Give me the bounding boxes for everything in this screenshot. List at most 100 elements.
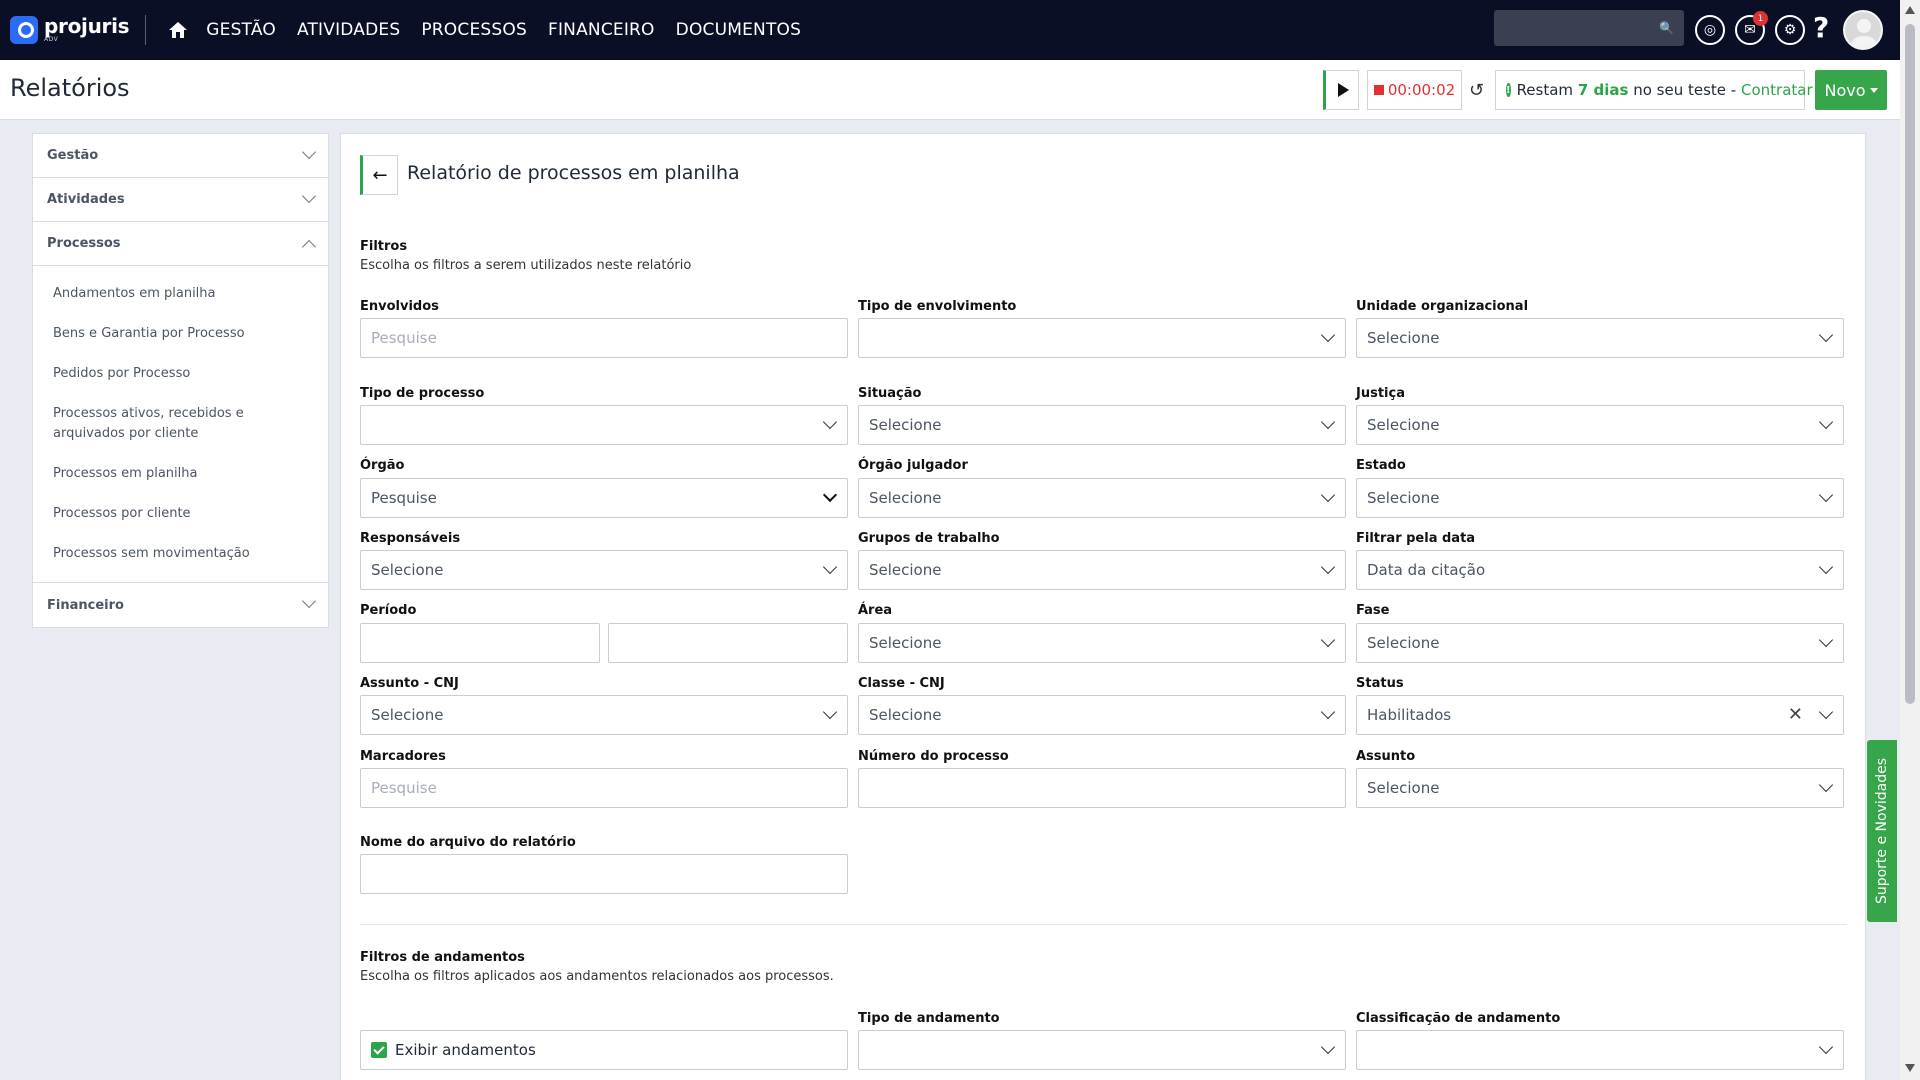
avatar[interactable] xyxy=(1843,10,1883,50)
andamentos-filters-title: Filtros de andamentos xyxy=(360,950,525,965)
info-icon: ! xyxy=(1506,83,1511,97)
sidebar-item-processos-cliente[interactable]: Processos por cliente xyxy=(33,494,328,534)
chevron-down-icon xyxy=(1818,327,1834,343)
chevron-down-icon xyxy=(822,704,838,720)
label-tipo-envolvimento: Tipo de envolvimento xyxy=(858,299,1017,314)
sidebar-section-label: Gestão xyxy=(47,148,99,163)
contratar-link[interactable]: Contratar xyxy=(1741,81,1813,99)
stop-icon xyxy=(1373,85,1384,95)
trial-prefix: Restam xyxy=(1516,81,1574,99)
chevron-down-icon xyxy=(1818,632,1834,648)
gear-icon[interactable]: ⚙ xyxy=(1775,15,1805,45)
page-title: Relatórios xyxy=(10,74,130,102)
report-title: Relatório de processos em planilha xyxy=(407,162,740,184)
fase-select[interactable]: Selecione xyxy=(1356,623,1844,663)
periodo-end-input[interactable] xyxy=(608,623,848,663)
exibir-andamentos-checkbox[interactable]: Exibir andamentos xyxy=(360,1030,848,1070)
clear-icon[interactable]: ✕ xyxy=(1788,704,1803,725)
label-nome-arquivo: Nome do arquivo do relatório xyxy=(360,835,576,850)
area-select[interactable]: Selecione xyxy=(858,623,1346,663)
orgao-select[interactable]: Pesquise xyxy=(360,478,848,518)
orgao-julgador-select[interactable]: Selecione xyxy=(858,478,1346,518)
sidebar-section-gestao[interactable]: Gestão xyxy=(33,134,328,178)
tipo-processo-select[interactable] xyxy=(360,405,848,445)
checkbox-checked-icon xyxy=(371,1042,387,1058)
support-tab[interactable]: Suporte e Novidades xyxy=(1867,740,1897,922)
tipo-andamento-select[interactable] xyxy=(858,1030,1346,1070)
classe-cnj-select[interactable]: Selecione xyxy=(858,695,1346,735)
timer-display[interactable]: 00:00:02 xyxy=(1367,70,1462,110)
sidebar-item-processos-por-status-cliente[interactable]: Processos ativos, recebidos e arquivados… xyxy=(33,394,328,454)
reset-timer-icon[interactable]: ↺ xyxy=(1469,80,1484,101)
sidebar-section-financeiro[interactable]: Financeiro xyxy=(33,583,328,627)
classificacao-andamento-select[interactable] xyxy=(1356,1030,1844,1070)
sidebar-section-atividades[interactable]: Atividades xyxy=(33,178,328,222)
chevron-down-icon xyxy=(1818,414,1834,430)
sidebar-item-pedidos[interactable]: Pedidos por Processo xyxy=(33,354,328,394)
select-value: Selecione xyxy=(869,561,942,579)
nav-financeiro[interactable]: FINANCEIRO xyxy=(548,20,655,40)
sidebar-section-label: Atividades xyxy=(47,192,125,207)
chevron-down-icon xyxy=(1818,704,1834,720)
estado-select[interactable]: Selecione xyxy=(1356,478,1844,518)
novo-button[interactable]: Novo xyxy=(1815,70,1887,110)
label-filtrar-data: Filtrar pela data xyxy=(1356,531,1476,546)
sidebar-item-andamentos-planilha[interactable]: Andamentos em planilha xyxy=(33,274,328,314)
brand-logo[interactable]: projuris ADV xyxy=(10,0,130,60)
select-value: Selecione xyxy=(371,706,444,724)
select-value: Selecione xyxy=(869,416,942,434)
section-divider xyxy=(360,924,1847,925)
status-select[interactable]: Habilitados ✕ xyxy=(1356,695,1844,735)
filters-subtitle: Escolha os filtros a serem utilizados ne… xyxy=(360,258,692,273)
nav-documentos[interactable]: DOCUMENTOS xyxy=(676,20,801,40)
tipo-envolvimento-select[interactable] xyxy=(858,318,1346,358)
nome-arquivo-input[interactable] xyxy=(360,854,848,894)
global-search-input[interactable]: 🔍 xyxy=(1494,10,1684,46)
scroll-down-icon[interactable] xyxy=(1905,1064,1915,1072)
scroll-up-icon[interactable] xyxy=(1905,6,1915,14)
chevron-down-icon xyxy=(1320,632,1336,648)
chevron-down-icon xyxy=(1320,1039,1336,1055)
justica-select[interactable]: Selecione xyxy=(1356,405,1844,445)
label-classificacao-andamento: Classificação de andamento xyxy=(1356,1011,1561,1026)
chevron-down-icon xyxy=(1320,487,1336,503)
nav-atividades[interactable]: ATIVIDADES xyxy=(297,20,400,40)
label-situacao: Situação xyxy=(858,386,922,401)
help-icon[interactable]: ? xyxy=(1813,11,1829,44)
sidebar-item-processos-planilha[interactable]: Processos em planilha xyxy=(33,454,328,494)
fingerprint-icon[interactable]: ◎ xyxy=(1695,15,1725,45)
play-timer-button[interactable] xyxy=(1323,70,1359,110)
back-button[interactable]: ← xyxy=(360,155,398,195)
sidebar-item-bens-garantia[interactable]: Bens e Garantia por Processo xyxy=(33,314,328,354)
chevron-down-icon xyxy=(301,188,317,204)
scroll-thumb[interactable] xyxy=(1905,24,1915,704)
chevron-down-icon xyxy=(1320,414,1336,430)
home-icon[interactable] xyxy=(168,20,188,40)
label-classe-cnj: Classe - CNJ xyxy=(858,676,945,691)
assunto-select[interactable]: Selecione xyxy=(1356,768,1844,808)
label-unidade-organizacional: Unidade organizacional xyxy=(1356,299,1529,314)
support-tab-label: Suporte e Novidades xyxy=(1874,757,1890,905)
marcadores-placeholder: Pesquise xyxy=(371,779,437,797)
sidebar-item-sem-movimentacao[interactable]: Processos sem movimentação xyxy=(33,534,328,574)
marcadores-input[interactable]: Pesquise xyxy=(360,768,848,808)
periodo-start-input[interactable] xyxy=(360,623,600,663)
envolvidos-input[interactable]: Pesquise xyxy=(360,318,848,358)
situacao-select[interactable]: Selecione xyxy=(858,405,1346,445)
grupos-trabalho-select[interactable]: Selecione xyxy=(858,550,1346,590)
label-tipo-andamento: Tipo de andamento xyxy=(858,1011,1000,1026)
mail-icon[interactable]: ✉ 1 xyxy=(1735,11,1768,45)
sidebar-section-processos[interactable]: Processos xyxy=(33,222,328,266)
label-justica: Justiça xyxy=(1356,386,1405,401)
nav-gestao[interactable]: GESTÃO xyxy=(206,20,276,40)
label-estado: Estado xyxy=(1356,458,1406,473)
page-scrollbar[interactable] xyxy=(1900,0,1920,1080)
nav-processos[interactable]: PROCESSOS xyxy=(421,20,527,40)
numero-processo-input[interactable] xyxy=(858,768,1346,808)
assunto-cnj-select[interactable]: Selecione xyxy=(360,695,848,735)
filtrar-data-select[interactable]: Data da citação xyxy=(1356,550,1844,590)
unidade-organizacional-select[interactable]: Selecione xyxy=(1356,318,1844,358)
responsaveis-select[interactable]: Selecione xyxy=(360,550,848,590)
search-icon: 🔍 xyxy=(1659,21,1674,35)
label-responsaveis: Responsáveis xyxy=(360,531,461,546)
